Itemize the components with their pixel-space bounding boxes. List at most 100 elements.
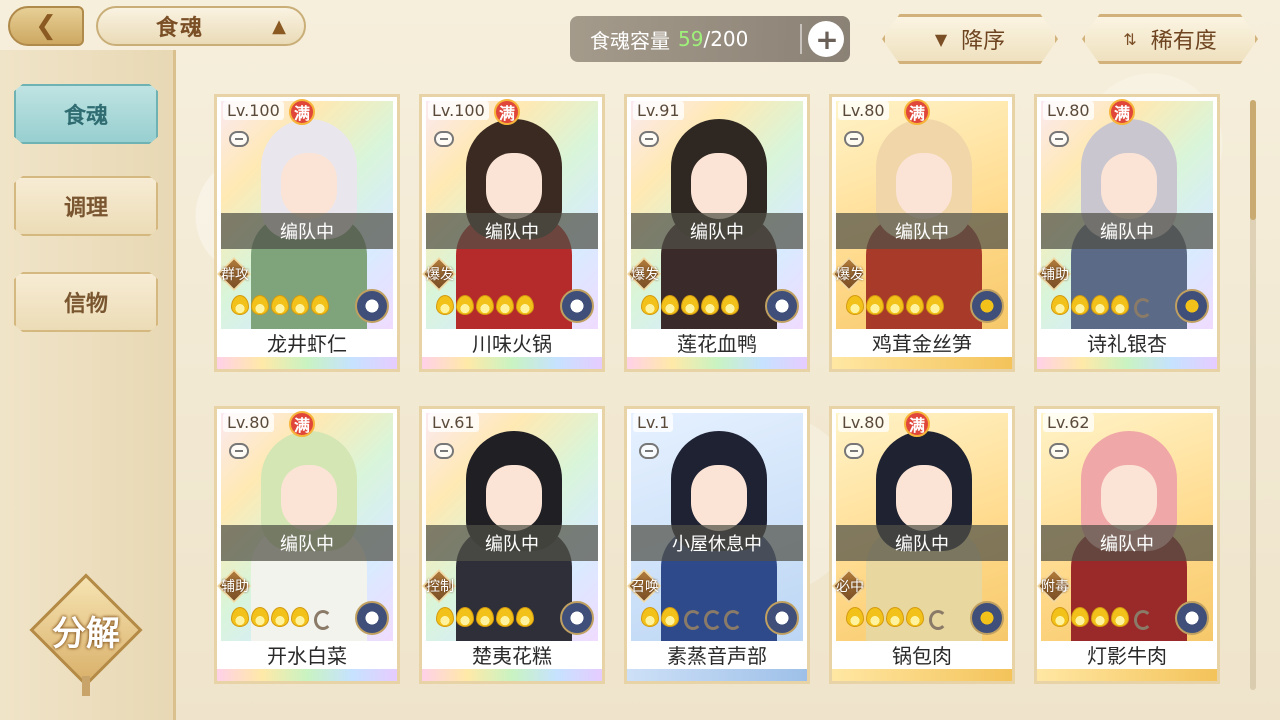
food-soul-card[interactable]: Lv.80 满编队中 辅助 诗礼银杏 bbox=[1034, 94, 1220, 372]
star-flame-icon bbox=[231, 607, 249, 627]
star-flame-icon bbox=[721, 295, 739, 315]
star-flame-icon bbox=[926, 607, 947, 630]
star-flame-icon bbox=[251, 607, 269, 627]
food-soul-card[interactable]: Lv.80 满编队中 爆发 鸡茸金丝笋 bbox=[829, 94, 1015, 372]
capacity-bar: 食魂容量 59 /200 + bbox=[570, 16, 850, 62]
star-rating bbox=[231, 607, 332, 630]
card-status: 编队中 bbox=[426, 525, 598, 561]
star-flame-icon bbox=[271, 607, 289, 627]
food-soul-card[interactable]: Lv.91 编队中 爆发 莲花血鸭 bbox=[624, 94, 810, 372]
star-rating bbox=[641, 607, 742, 630]
star-rating bbox=[1051, 607, 1152, 630]
star-flame-icon bbox=[1131, 607, 1152, 630]
back-button[interactable]: ❮ bbox=[8, 6, 84, 46]
character-face bbox=[1101, 465, 1157, 531]
food-soul-card[interactable]: Lv.80 满编队中 辅助 开水白菜 bbox=[214, 406, 400, 684]
role-badge: 必中 bbox=[832, 569, 872, 603]
star-flame-icon bbox=[1091, 295, 1109, 315]
attribute-flower-icon bbox=[355, 289, 389, 323]
card-level: Lv.61 bbox=[428, 413, 479, 432]
star-rating bbox=[641, 295, 739, 317]
pagoda-icon[interactable]: ▲ bbox=[266, 16, 292, 38]
food-soul-card[interactable]: Lv.100 满编队中 爆发 川味火锅 bbox=[419, 94, 605, 372]
food-soul-card[interactable]: Lv.1 小屋休息中 召唤 素蒸音声部 bbox=[624, 406, 810, 684]
role-label: 控制 bbox=[426, 579, 454, 595]
card-status: 编队中 bbox=[221, 213, 393, 249]
sidebar-item-label: 调理 bbox=[63, 195, 108, 221]
card-level: Lv.100 bbox=[223, 101, 284, 120]
lock-icon[interactable] bbox=[1049, 131, 1069, 147]
star-flame-icon bbox=[311, 295, 329, 315]
star-flame-icon bbox=[476, 607, 494, 627]
star-flame-icon bbox=[291, 295, 309, 315]
star-flame-icon bbox=[926, 295, 944, 315]
card-status: 编队中 bbox=[1041, 525, 1213, 561]
star-flame-icon bbox=[291, 607, 309, 627]
role-label: 辅助 bbox=[1041, 267, 1069, 283]
card-name: 鸡茸金丝笋 bbox=[832, 329, 1012, 359]
lock-icon[interactable] bbox=[434, 443, 454, 459]
food-soul-card[interactable]: Lv.61 编队中 控制 楚夷花糕 bbox=[419, 406, 605, 684]
max-badge: 满 bbox=[494, 99, 520, 125]
lock-icon[interactable] bbox=[844, 131, 864, 147]
rarity-strip bbox=[422, 357, 602, 369]
card-name: 开水白菜 bbox=[217, 641, 397, 671]
sort-rarity-button[interactable]: ⇅ 稀有度 bbox=[1082, 14, 1258, 64]
star-rating bbox=[1051, 295, 1152, 318]
sort-order-button[interactable]: ▼ 降序 bbox=[882, 14, 1058, 64]
decompose-label: 分解 bbox=[52, 614, 120, 654]
sidebar-item-tokens[interactable]: 信物 bbox=[14, 272, 158, 332]
food-soul-card[interactable]: Lv.62 编队中 附毒 灯影牛肉 bbox=[1034, 406, 1220, 684]
lock-icon[interactable] bbox=[1049, 443, 1069, 459]
card-name: 川味火锅 bbox=[422, 329, 602, 359]
card-name: 锅包肉 bbox=[832, 641, 1012, 671]
star-flame-icon bbox=[846, 295, 864, 315]
role-badge: 控制 bbox=[422, 569, 462, 603]
page-title: 食魂 bbox=[156, 15, 205, 41]
card-level: Lv.80 bbox=[838, 101, 889, 120]
card-status: 编队中 bbox=[1041, 213, 1213, 249]
star-flame-icon bbox=[1091, 607, 1109, 627]
star-flame-icon bbox=[886, 295, 904, 315]
role-label: 必中 bbox=[836, 579, 864, 595]
role-label: 召唤 bbox=[631, 579, 659, 595]
attribute-flower-icon bbox=[355, 601, 389, 635]
star-flame-icon bbox=[496, 607, 514, 627]
lock-icon[interactable] bbox=[434, 131, 454, 147]
add-capacity-button[interactable]: + bbox=[808, 21, 844, 57]
sidebar-item-conditioning[interactable]: 调理 bbox=[14, 176, 158, 236]
star-flame-icon bbox=[661, 295, 679, 315]
card-status: 编队中 bbox=[836, 213, 1008, 249]
card-status: 编队中 bbox=[221, 525, 393, 561]
lock-icon[interactable] bbox=[229, 443, 249, 459]
lock-icon[interactable] bbox=[639, 443, 659, 459]
food-soul-card[interactable]: Lv.100 满编队中 群攻 龙井虾仁 bbox=[214, 94, 400, 372]
scrollbar[interactable] bbox=[1250, 100, 1256, 690]
lock-icon[interactable] bbox=[844, 443, 864, 459]
sort-rarity-label: 稀有度 bbox=[1150, 29, 1217, 54]
sidebar-item-label: 信物 bbox=[63, 291, 108, 317]
lock-icon[interactable] bbox=[229, 131, 249, 147]
star-flame-icon bbox=[1051, 607, 1069, 627]
star-flame-icon bbox=[456, 607, 474, 627]
star-flame-icon bbox=[641, 295, 659, 315]
capacity-total: /200 bbox=[703, 27, 749, 51]
character-face bbox=[281, 153, 337, 219]
decompose-button[interactable]: 分解 bbox=[29, 573, 143, 696]
lock-icon[interactable] bbox=[639, 131, 659, 147]
food-soul-card[interactable]: Lv.80 满编队中 必中 锅包肉 bbox=[829, 406, 1015, 684]
scrollbar-thumb[interactable] bbox=[1250, 100, 1256, 220]
rarity-strip bbox=[422, 669, 602, 681]
character-face bbox=[486, 465, 542, 531]
star-flame-icon bbox=[1131, 295, 1152, 318]
card-level: Lv.91 bbox=[633, 101, 684, 120]
role-badge: 群攻 bbox=[217, 257, 257, 291]
star-flame-icon bbox=[516, 295, 534, 315]
card-status: 编队中 bbox=[426, 213, 598, 249]
capacity-label: 食魂容量 bbox=[590, 28, 670, 53]
star-rating bbox=[436, 295, 534, 317]
sidebar-item-food-souls[interactable]: 食魂 bbox=[14, 84, 158, 144]
attribute-flower-icon bbox=[1175, 289, 1209, 323]
card-grid: Lv.100 满编队中 群攻 龙井虾仁 Lv.100 满编队中 爆发 川味火锅 Lv.91 编队中… bbox=[214, 94, 1224, 694]
attribute-flower-icon bbox=[560, 289, 594, 323]
